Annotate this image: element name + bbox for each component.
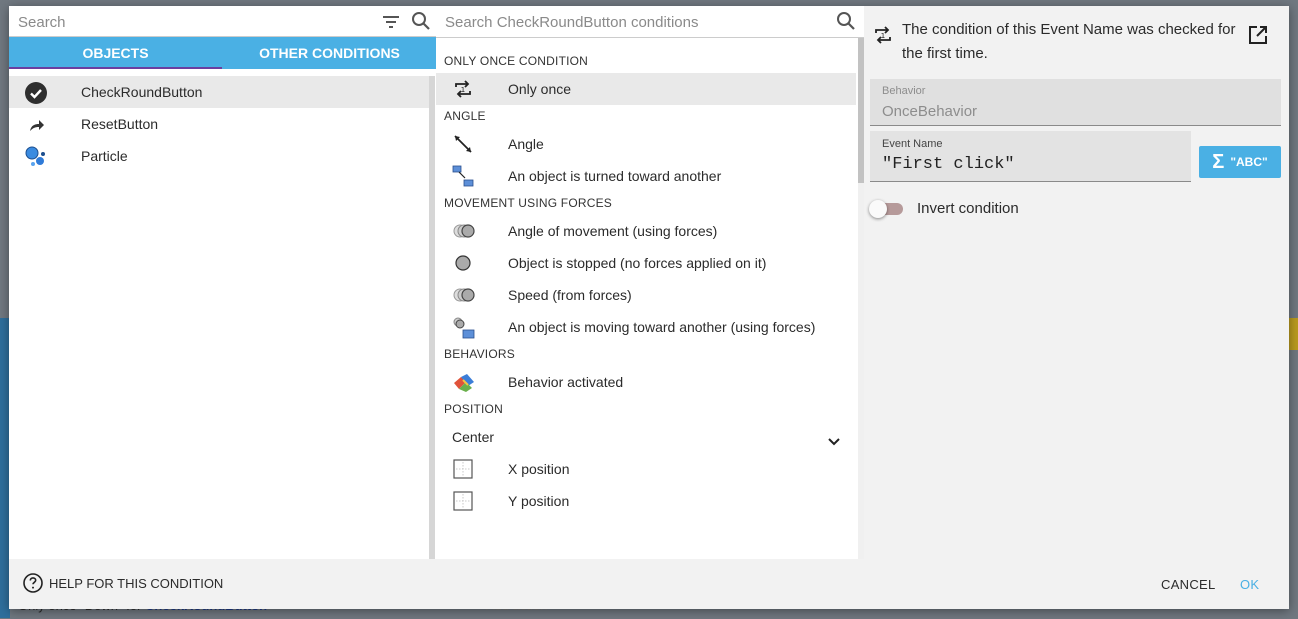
svg-text:1: 1 [461, 86, 465, 94]
condition-item-angle-of-movement[interactable]: Angle of movement (using forces) [436, 215, 856, 247]
section-header: ONLY ONCE CONDITION [444, 54, 589, 68]
condition-item-x-position[interactable]: X position [436, 453, 856, 485]
repeat-once-icon: 1 [452, 78, 474, 100]
condition-label: Speed (from forces) [508, 287, 632, 303]
behavior-field-value: OnceBehavior [882, 103, 978, 120]
repeat-once-icon: 1 [872, 24, 894, 46]
cancel-button[interactable]: CANCEL [1161, 577, 1216, 592]
tab-other-conditions[interactable]: OTHER CONDITIONS [222, 37, 437, 69]
forces-icon [452, 284, 475, 306]
event-name-label: Event Name [882, 138, 943, 150]
condition-label: X position [508, 461, 570, 477]
objects-list: CheckRoundButton ResetButton Particle [9, 76, 429, 172]
conditions-list: ONLY ONCE CONDITION 1 Only once ANGLE An… [436, 50, 856, 517]
event-name-value[interactable]: "First click" [882, 155, 1015, 174]
turned-toward-icon [452, 165, 474, 187]
sigma-icon: Σ [1212, 151, 1225, 173]
particle-icon [25, 146, 47, 168]
condition-item-moving-toward[interactable]: An object is moving toward another (usin… [436, 311, 856, 343]
section-header: POSITION [444, 402, 503, 416]
string-expression-button[interactable]: Σ "ABC" [1199, 146, 1281, 178]
open-external-icon[interactable] [1247, 24, 1269, 46]
condition-description: The condition of this Event Name was che… [902, 21, 1236, 62]
conditions-panel: ONLY ONCE CONDITION 1 Only once ANGLE An… [436, 6, 864, 559]
position-icon [452, 490, 474, 512]
object-tabs: OBJECTS OTHER CONDITIONS [9, 37, 437, 69]
condition-item-speed[interactable]: Speed (from forces) [436, 279, 856, 311]
condition-label: Object is stopped (no forces applied on … [508, 255, 767, 271]
object-label: Particle [81, 148, 128, 164]
help-label: HELP FOR THIS CONDITION [49, 575, 224, 591]
check-circle-icon [25, 82, 47, 104]
objects-search-bar [9, 6, 437, 37]
behavior-field-label: Behavior [882, 85, 926, 97]
filter-icon[interactable] [381, 12, 401, 32]
object-item-resetbutton[interactable]: ResetButton [9, 108, 429, 140]
object-label: CheckRoundButton [81, 84, 203, 100]
conditions-search-bar [436, 6, 864, 38]
tab-objects[interactable]: OBJECTS [9, 37, 222, 69]
stopped-icon [452, 252, 474, 274]
dialog-footer: HELP FOR THIS CONDITION CANCEL OK [9, 561, 1289, 609]
object-item-checkroundbutton[interactable]: CheckRoundButton [9, 76, 429, 108]
condition-dialog: OBJECTS OTHER CONDITIONS CheckRoundButto… [9, 6, 1289, 609]
objects-scrollbar[interactable] [429, 76, 435, 559]
toggle-knob [869, 200, 887, 218]
chevron-down-icon [826, 429, 842, 446]
condition-label: Behavior activated [508, 374, 624, 390]
help-icon [23, 573, 43, 593]
condition-label: An object is turned toward another [508, 168, 722, 184]
object-label: ResetButton [81, 116, 159, 132]
behavior-field: Behavior OnceBehavior [870, 79, 1281, 126]
section-header: BEHAVIORS [444, 347, 515, 361]
condition-label: Angle [508, 136, 544, 152]
condition-item-only-once[interactable]: 1 Only once [436, 73, 856, 105]
behavior-icon [452, 371, 474, 393]
svg-text:1: 1 [881, 32, 885, 40]
invert-condition-label: Invert condition [917, 200, 1019, 217]
condition-label: Only once [508, 81, 572, 97]
condition-label: An object is moving toward another (usin… [508, 319, 816, 335]
string-expression-label: "ABC" [1230, 155, 1268, 169]
condition-parameters-panel: 1 The condition of this Event Name was c… [869, 6, 1289, 559]
group-label: Center [452, 429, 495, 445]
search-icon[interactable] [836, 11, 856, 31]
help-button[interactable]: HELP FOR THIS CONDITION [23, 573, 223, 593]
moving-toward-icon [452, 316, 475, 339]
search-icon[interactable] [411, 11, 431, 31]
section-header: ANGLE [444, 109, 486, 123]
forces-icon [452, 220, 475, 242]
condition-label: Y position [508, 493, 570, 509]
objects-search-input[interactable] [16, 10, 370, 34]
condition-item-behavior-activated[interactable]: Behavior activated [436, 366, 856, 398]
conditions-scrollbar[interactable] [858, 38, 864, 183]
arrow-icon [25, 114, 47, 136]
condition-item-object-stopped[interactable]: Object is stopped (no forces applied on … [436, 247, 856, 279]
objects-panel: OBJECTS OTHER CONDITIONS CheckRoundButto… [9, 6, 437, 559]
angle-icon [452, 133, 474, 155]
condition-item-angle[interactable]: Angle [436, 128, 856, 160]
position-icon [452, 458, 474, 480]
ok-button[interactable]: OK [1240, 577, 1259, 592]
object-item-particle[interactable]: Particle [9, 140, 429, 172]
invert-condition-toggle[interactable] [869, 200, 903, 218]
conditions-search-input[interactable] [443, 10, 827, 34]
group-center[interactable]: Center [436, 421, 856, 453]
background-marker [1288, 318, 1298, 350]
condition-item-turned-toward[interactable]: An object is turned toward another [436, 160, 856, 192]
section-header: MOVEMENT USING FORCES [444, 196, 612, 210]
condition-label: Angle of movement (using forces) [508, 223, 718, 239]
condition-item-y-position[interactable]: Y position [436, 485, 856, 517]
event-name-field[interactable]: Event Name "First click" [870, 131, 1191, 182]
